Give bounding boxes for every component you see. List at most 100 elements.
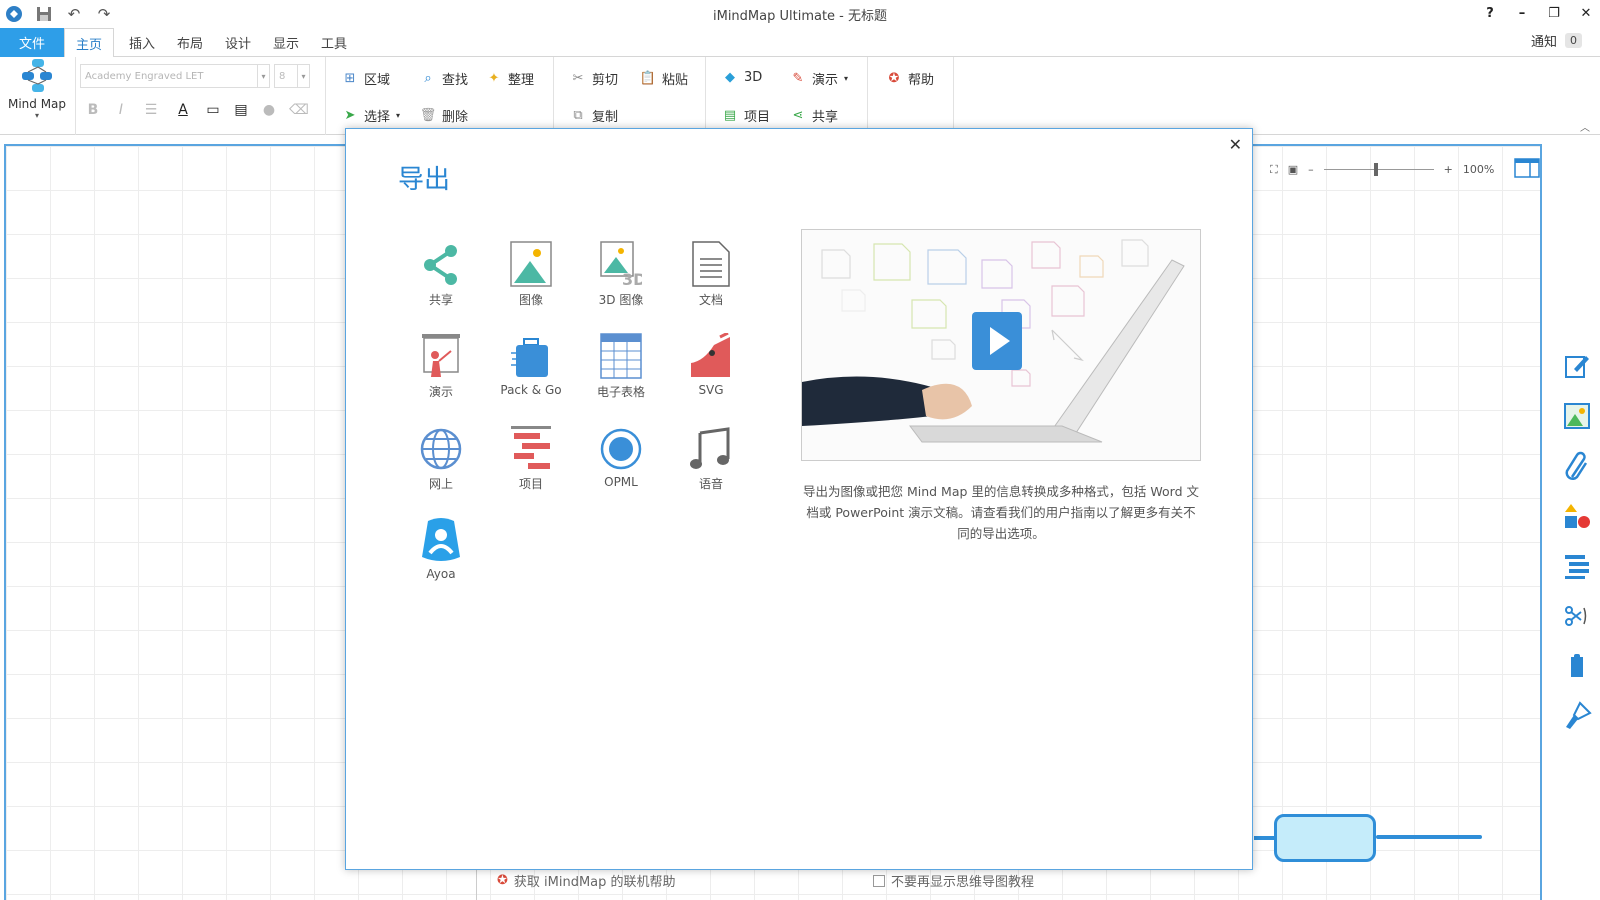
style-icon[interactable]: ● — [258, 99, 280, 121]
mindmap-icon — [22, 59, 52, 92]
tab-file[interactable]: 文件 — [0, 28, 64, 57]
tab-design[interactable]: 设计 — [214, 28, 262, 57]
font-name-combo[interactable]: Academy Engraved LET ▾ — [80, 64, 270, 88]
zoom-slider-handle[interactable] — [1373, 163, 1378, 176]
tab-layout[interactable]: 布局 — [166, 28, 214, 57]
paste-button[interactable]: 📋 粘贴 — [640, 69, 688, 88]
restore-button[interactable]: ❐ — [1546, 3, 1562, 23]
export-ayoa[interactable]: Ayoa — [396, 513, 486, 593]
clear-format-icon[interactable]: ⌫ — [288, 99, 310, 121]
attachment-icon[interactable] — [1562, 450, 1592, 482]
zoom-in-button[interactable]: + — [1444, 163, 1453, 176]
highlight-icon[interactable]: ▭ — [202, 99, 224, 121]
tab-insert[interactable]: 插入 — [118, 28, 166, 57]
share-button[interactable]: ⋖ 共享 — [790, 106, 838, 125]
mindmap-dropdown-icon[interactable]: ▾ — [35, 111, 39, 120]
lifebuoy-icon: ✪ — [888, 71, 900, 86]
project-button[interactable]: ▤ 项目 — [722, 106, 770, 125]
clipboard-icon[interactable] — [1562, 650, 1592, 682]
export-spreadsheet[interactable]: 电子表格 — [576, 329, 666, 409]
cut-tool-icon[interactable] — [1562, 600, 1592, 632]
fill-icon[interactable]: ▤ — [230, 99, 252, 121]
redo-icon[interactable]: ↷ — [94, 4, 114, 24]
region-button[interactable]: ⊞ 区域 — [342, 69, 390, 88]
chevron-down-icon[interactable]: ▾ — [297, 65, 309, 87]
cut-button[interactable]: ✂ 剪切 — [570, 69, 618, 88]
close-icon[interactable]: ✕ — [1229, 135, 1242, 154]
present-label: 演示 — [812, 73, 839, 88]
save-icon[interactable] — [34, 4, 54, 24]
format-brush-icon[interactable] — [1562, 700, 1592, 732]
tab-view[interactable]: 显示 — [262, 28, 310, 57]
help-label: 帮助 — [908, 73, 935, 88]
online-help-link[interactable]: ✪ 获取 iMindMap 的联机帮助 — [497, 871, 676, 890]
chevron-down-icon: ▾ — [396, 111, 401, 120]
image-icon — [510, 241, 552, 287]
select-label: 选择 — [364, 110, 391, 125]
export-document[interactable]: 文档 — [666, 237, 756, 317]
dialog-title: 导出 — [398, 165, 451, 195]
3d-label: 3D — [744, 69, 763, 85]
mindmap-button[interactable]: Mind Map ▾ — [0, 57, 74, 135]
help-question-icon[interactable]: ? — [1482, 3, 1498, 23]
export-share-label: 共享 — [428, 293, 453, 307]
bold-icon[interactable]: B — [82, 99, 104, 121]
region-icon: ⊞ — [344, 71, 356, 86]
notes-icon[interactable] — [1562, 350, 1592, 382]
minimize-button[interactable]: – — [1514, 3, 1530, 23]
opml-icon — [600, 428, 642, 470]
mindmap-node[interactable] — [1274, 814, 1376, 862]
export-project[interactable]: 项目 — [486, 421, 576, 501]
3d-button[interactable]: ◆ 3D — [722, 69, 762, 85]
export-svg[interactable]: SVG — [666, 329, 756, 409]
font-size-combo[interactable]: 8 ▾ — [274, 64, 310, 88]
export-opml[interactable]: OPML — [576, 421, 666, 501]
notifications[interactable]: 通知 0 — [1531, 31, 1582, 50]
share-label: 共享 — [812, 110, 839, 125]
dont-show-checkbox[interactable]: 不要再显示思维导图教程 — [873, 871, 1034, 890]
panel-layout-icon[interactable] — [1514, 158, 1541, 181]
tidy-button[interactable]: ✦ 整理 — [486, 69, 534, 88]
help-group: ✪ 帮助 — [868, 57, 954, 135]
close-window-button[interactable]: ✕ — [1578, 3, 1594, 23]
select-button[interactable]: ➤ 选择 ▾ — [342, 106, 400, 125]
outline-icon[interactable] — [1562, 550, 1592, 582]
export-image[interactable]: 图像 — [486, 237, 576, 317]
export-share[interactable]: 共享 — [396, 237, 486, 317]
tab-home[interactable]: 主页 — [64, 28, 114, 58]
font-color-icon[interactable]: A — [172, 99, 194, 121]
copy-icon: ⧉ — [573, 108, 583, 123]
align-icon[interactable]: ☰ — [140, 99, 162, 121]
export-present[interactable]: 演示 — [396, 329, 486, 409]
undo-icon[interactable]: ↶ — [64, 4, 84, 24]
view-toolbar: ⛶ ▣ – + 100% — [1270, 158, 1541, 181]
app-icon[interactable] — [4, 4, 24, 24]
zoom-out-button[interactable]: – — [1308, 163, 1314, 176]
help-button[interactable]: ✪ 帮助 — [886, 69, 934, 88]
fit-screen-icon[interactable]: ⛶ — [1270, 163, 1278, 177]
zoom-level: 100% — [1462, 163, 1495, 176]
tutorial-video[interactable] — [801, 229, 1201, 461]
cut-label: 剪切 — [592, 73, 619, 88]
checkbox[interactable] — [873, 874, 885, 887]
zoom-slider[interactable] — [1323, 163, 1434, 176]
italic-icon[interactable]: I — [110, 99, 132, 121]
collapse-ribbon-icon[interactable]: ︿ — [1580, 119, 1590, 134]
shapes-icon[interactable] — [1562, 500, 1592, 532]
image-icon[interactable] — [1562, 400, 1592, 432]
output-group: ◆ 3D ✎ 演示 ▾ ▤ 项目 ⋖ 共享 — [706, 57, 868, 135]
export-ayoa-label: Ayoa — [426, 567, 456, 581]
tab-tools[interactable]: 工具 — [310, 28, 358, 57]
actual-size-icon[interactable]: ▣ — [1288, 163, 1298, 176]
export-3d-image[interactable]: 3D 3D 图像 — [576, 237, 666, 317]
export-web[interactable]: 网上 — [396, 421, 486, 501]
export-audio[interactable]: 语音 — [666, 421, 756, 501]
copy-button[interactable]: ⧉ 复制 — [570, 106, 618, 125]
find-button[interactable]: ⌕ 查找 — [420, 69, 468, 88]
delete-button[interactable]: 🗑 删除 — [420, 106, 468, 125]
3d-image-icon: 3D — [600, 241, 642, 287]
export-pack-and-go[interactable]: Pack & Go — [486, 329, 576, 409]
mindmap-label: Mind Map — [7, 97, 67, 111]
present-button[interactable]: ✎ 演示 ▾ — [790, 69, 848, 88]
chevron-down-icon[interactable]: ▾ — [257, 65, 269, 87]
